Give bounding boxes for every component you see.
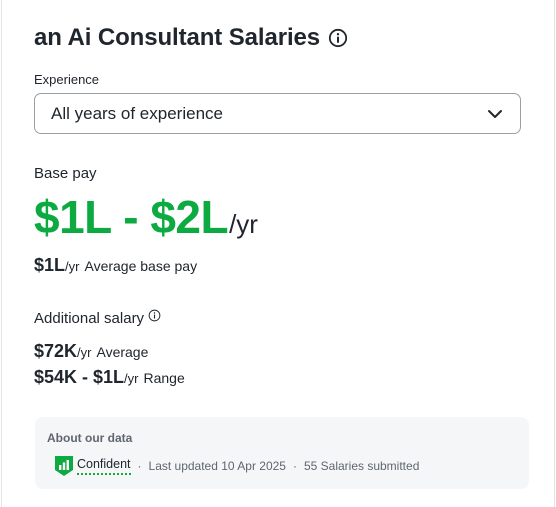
base-pay-range-value: $1L - $2L: [34, 191, 229, 243]
average-base-pay-unit: /yr: [65, 259, 80, 274]
chevron-down-icon: [488, 109, 502, 118]
base-pay-range-unit: /yr: [229, 209, 258, 239]
info-icon[interactable]: [328, 28, 348, 48]
info-icon[interactable]: [148, 309, 161, 322]
experience-dropdown[interactable]: All years of experience: [34, 93, 521, 134]
additional-average-caption: Average: [96, 344, 149, 360]
confidence-link[interactable]: Confident: [77, 457, 131, 475]
separator-dot: ·: [292, 459, 297, 473]
experience-selected-value: All years of experience: [51, 103, 223, 123]
data-meta-row: Confident · Last updated 10 Apr 2025 · 5…: [54, 455, 419, 477]
additional-range-value: $54K - $1L: [34, 367, 125, 387]
average-base-pay-caption: Average base pay: [84, 258, 198, 274]
last-updated-text: Last updated 10 Apr 2025: [148, 459, 286, 473]
signal-shield-icon: [55, 456, 73, 476]
additional-average-unit: /yr: [77, 345, 92, 360]
additional-salary-label: Additional salary: [34, 310, 145, 327]
about-our-data-title: About our data: [47, 431, 133, 445]
additional-range-caption: Range: [143, 370, 185, 386]
additional-average: $72K /yr Average: [34, 341, 148, 362]
average-base-pay: $1L /yr Average base pay: [34, 255, 197, 276]
about-our-data-box: About our data Confident · Last updated …: [35, 417, 529, 489]
page-title: an Ai Consultant Salaries: [34, 24, 321, 51]
title-row: an Ai Consultant Salaries: [34, 24, 348, 52]
additional-range: $54K - $1L /yr Range: [34, 367, 185, 388]
additional-range-unit: /yr: [124, 371, 139, 386]
average-base-pay-value: $1L: [34, 255, 66, 275]
experience-label: Experience: [34, 72, 100, 87]
separator-dot: ·: [137, 459, 142, 473]
salary-card: an Ai Consultant Salaries Experience All…: [1, 0, 555, 507]
additional-salary-header: Additional salary: [34, 309, 161, 327]
base-pay-label: Base pay: [34, 165, 97, 182]
salaries-submitted-text: 55 Salaries submitted: [303, 459, 420, 473]
additional-average-value: $72K: [34, 341, 78, 361]
base-pay-range: $1L - $2L /yr: [34, 190, 258, 244]
